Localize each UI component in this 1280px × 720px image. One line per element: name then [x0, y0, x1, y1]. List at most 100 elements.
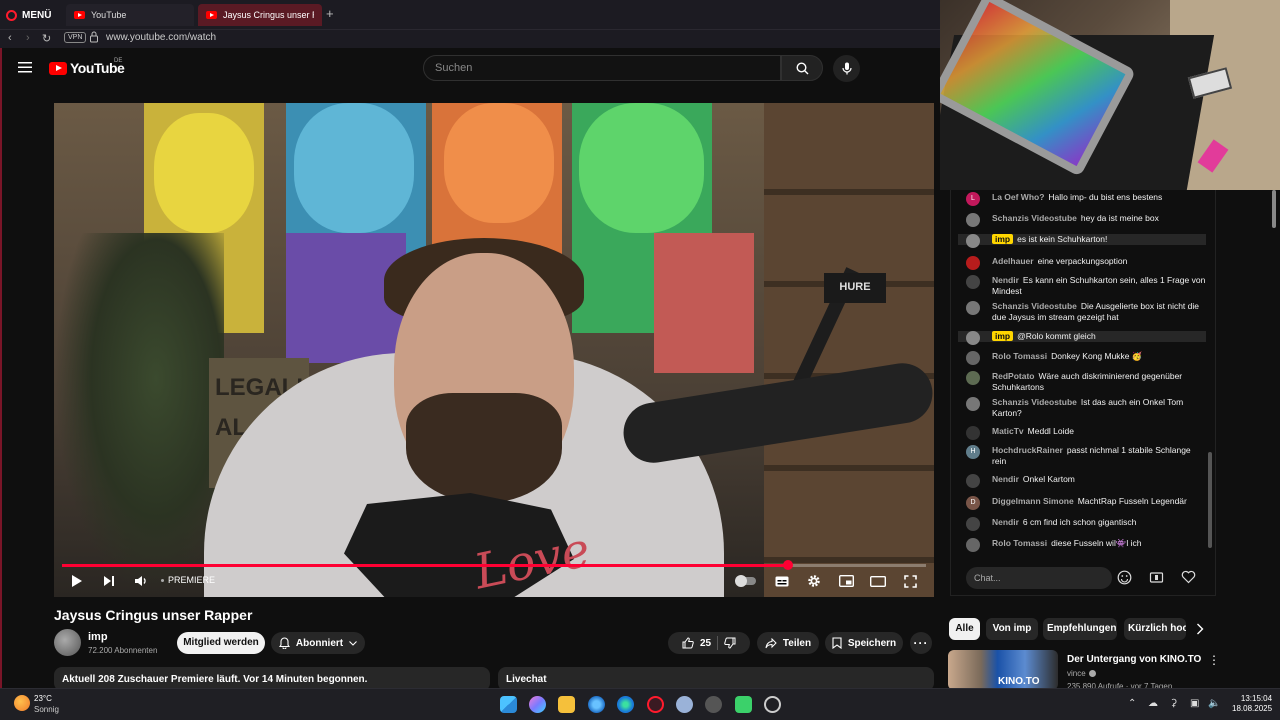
chat-message[interactable]: Schanzis Videostube Die Ausgelierte box i…	[966, 301, 1206, 323]
weather-condition[interactable]: Sonnig	[34, 705, 59, 714]
reload-icon[interactable]: ↻	[42, 32, 51, 45]
chat-message[interactable]: Schanzis Videostube hey da ist meine box	[966, 213, 1206, 227]
subtitles-button[interactable]	[773, 573, 791, 589]
opera-icon[interactable]	[647, 696, 664, 713]
chat-avatar[interactable]	[966, 538, 980, 552]
more-actions-button[interactable]: ···	[910, 632, 932, 654]
game-app-icon[interactable]	[735, 696, 752, 713]
chip-from-channel[interactable]: Von imp	[986, 618, 1038, 640]
chat-message[interactable]: D Diggelmann Simone MachtRap Fusseln Legen…	[966, 496, 1206, 510]
chat-author-name[interactable]: Schanzis Videostube	[992, 213, 1077, 223]
chip-recommendations[interactable]: Empfehlungen	[1043, 618, 1117, 640]
weather-sun-icon[interactable]	[14, 695, 30, 711]
copilot-icon[interactable]	[529, 696, 546, 713]
chat-message[interactable]: Adelhauer eine verpackungsoption	[966, 256, 1206, 270]
chat-avatar[interactable]	[966, 234, 980, 248]
tab-video[interactable]: Jaysus Cringus unser Rap	[198, 4, 322, 26]
cloud-icon[interactable]: ☁	[1148, 698, 1158, 709]
speaker-icon[interactable]: 🔈	[1208, 698, 1220, 709]
chat-avatar[interactable]	[966, 213, 980, 227]
chat-message[interactable]: L La Oef Who? Hallo imp- du bist ens beste…	[966, 192, 1206, 206]
channel-name[interactable]: imp	[88, 631, 108, 643]
chat-author-name[interactable]: Adelhauer	[992, 256, 1034, 266]
emoji-icon[interactable]	[1117, 570, 1132, 585]
chat-author-name[interactable]: HochdruckRainer	[992, 445, 1063, 455]
tab-youtube[interactable]: YouTube	[66, 4, 194, 26]
progress-scrubber[interactable]	[783, 560, 793, 570]
autoplay-toggle[interactable]	[735, 575, 756, 587]
chat-message[interactable]: Schanzis Videostube Ist das auch ein Onke…	[966, 397, 1206, 419]
recommended-video-thumbnail[interactable]: KINO.TO	[948, 650, 1058, 690]
browser-icon[interactable]	[588, 696, 605, 713]
heart-icon[interactable]	[1181, 570, 1196, 584]
chip-all[interactable]: Alle	[949, 618, 980, 640]
chat-message[interactable]: H HochdruckRainer passt nichmal 1 stabile …	[966, 445, 1206, 467]
chat-message[interactable]: Rolo Tomassi Donkey Kong Mukke 🥳	[966, 351, 1206, 365]
chat-message[interactable]: Nendir 6 cm find ich schon gigantisch	[966, 517, 1206, 531]
chat-message[interactable]: Nendir Es kann ein Schuhkarton sein, alle…	[966, 275, 1206, 297]
start-icon[interactable]	[500, 696, 517, 713]
forward-icon[interactable]: ›	[26, 32, 30, 44]
miniplayer-button[interactable]	[837, 573, 855, 589]
taskbar-clock[interactable]: 13:15:04 18.08.2025	[1232, 694, 1272, 714]
chevron-right-icon[interactable]	[1196, 623, 1204, 635]
chat-avatar[interactable]	[966, 397, 980, 411]
chat-author-name[interactable]: Nendir	[992, 275, 1019, 285]
browser-menu-button[interactable]: MENÜ	[6, 6, 51, 24]
chat-author-name[interactable]: imp	[992, 234, 1014, 244]
join-button[interactable]: Mitglied werden	[177, 632, 265, 654]
like-count[interactable]: 25	[700, 638, 711, 649]
search-input[interactable]: Suchen	[423, 55, 781, 81]
chat-author-name[interactable]: Schanzis Videostube	[992, 301, 1077, 311]
page-scrollbar[interactable]	[1272, 190, 1276, 228]
chat-avatar[interactable]	[966, 275, 980, 289]
channel-avatar[interactable]	[54, 629, 81, 656]
app-icon[interactable]	[705, 696, 722, 713]
next-button[interactable]	[100, 573, 118, 589]
chat-author-name[interactable]: Schanzis Videostube	[992, 397, 1077, 407]
chat-author-name[interactable]: RedPotato	[992, 371, 1035, 381]
chat-author-name[interactable]: imp	[992, 331, 1014, 341]
edge-icon[interactable]	[617, 696, 634, 713]
chat-author-name[interactable]: Rolo Tomassi	[992, 351, 1047, 361]
chat-message[interactable]: Nendir Onkel Kartom	[966, 474, 1206, 488]
chat-avatar[interactable]	[966, 331, 980, 345]
chat-avatar[interactable]	[966, 474, 980, 488]
chat-avatar[interactable]	[966, 351, 980, 365]
chat-scrollbar[interactable]	[1208, 452, 1212, 548]
like-icon[interactable]	[682, 637, 694, 649]
chat-author-name[interactable]: La Oef Who?	[992, 192, 1044, 202]
chat-avatar[interactable]	[966, 301, 980, 315]
chat-avatar[interactable]	[966, 371, 980, 385]
tray-chevron-up-icon[interactable]: ⌃	[1128, 698, 1136, 709]
chat-input[interactable]: Chat...	[966, 567, 1112, 589]
chat-message[interactable]: RedPotato Wäre auch diskriminierend gegen…	[966, 371, 1206, 393]
chat-author-name[interactable]: Rolo Tomassi	[992, 538, 1047, 548]
new-tab-icon[interactable]: +	[326, 6, 334, 21]
back-icon[interactable]: ‹	[8, 32, 12, 44]
chat-author-name[interactable]: Nendir	[992, 474, 1019, 484]
network-icon[interactable]: ▣	[1190, 698, 1199, 709]
chat-avatar[interactable]	[966, 517, 980, 531]
chip-recently-uploaded[interactable]: Kürzlich hoc	[1124, 618, 1186, 640]
settings-button[interactable]	[805, 573, 823, 589]
chat-avatar[interactable]: D	[966, 496, 980, 510]
chat-author-name[interactable]: Nendir	[992, 517, 1019, 527]
chat-avatar[interactable]	[966, 256, 980, 270]
share-button[interactable]: Teilen	[757, 632, 819, 654]
file-explorer-icon[interactable]	[558, 696, 575, 713]
recommended-video-title[interactable]: Der Untergang von KINO.TO	[1067, 654, 1201, 665]
theater-mode-button[interactable]	[869, 573, 887, 589]
video-player[interactable]: LEGALIS AL Love HURE	[54, 103, 934, 597]
more-vert-icon[interactable]: ⋮	[1208, 653, 1220, 667]
url-field[interactable]: www.youtube.com/watch	[106, 32, 216, 43]
chat-avatar[interactable]	[966, 426, 980, 440]
weather-temperature[interactable]: 23°C	[34, 694, 52, 703]
steam-icon[interactable]	[764, 696, 781, 713]
mic-tray-icon[interactable]: ⚳	[1170, 698, 1177, 709]
volume-button[interactable]	[132, 573, 150, 589]
menu-icon[interactable]	[18, 61, 32, 73]
save-button[interactable]: Speichern	[825, 632, 903, 654]
fullscreen-button[interactable]	[901, 573, 919, 589]
play-button[interactable]	[68, 573, 86, 589]
